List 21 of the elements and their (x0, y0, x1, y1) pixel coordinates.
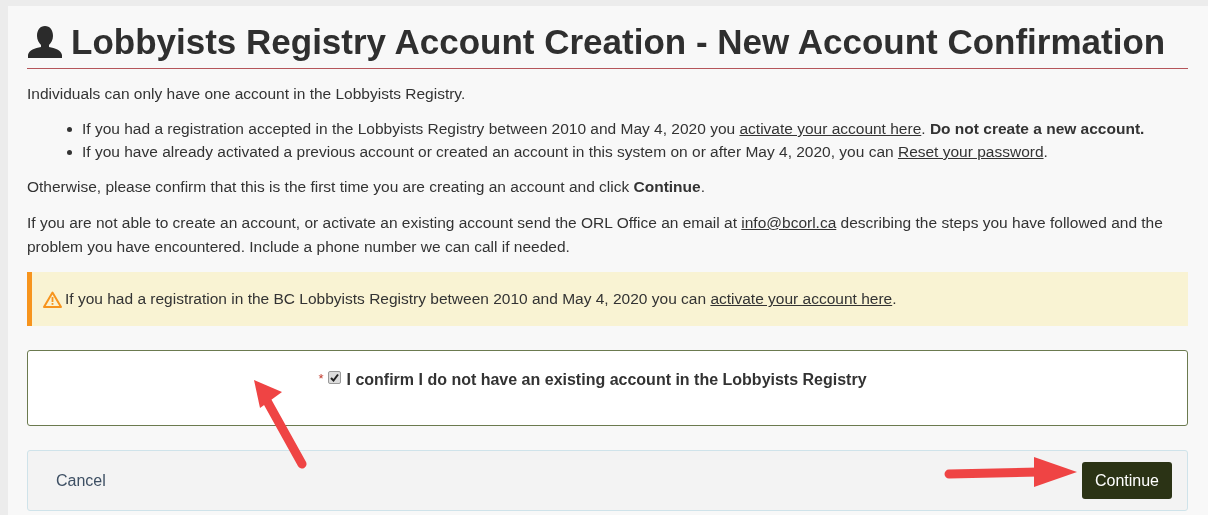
intro-text: Individuals can only have one account in the Lobbyists Registry. (27, 83, 467, 104)
link[interactable]: Reset your password (897, 143, 1044, 160)
link[interactable]: activate your account here (710, 290, 893, 308)
required-mark: * (318, 370, 324, 388)
bullet-icon (67, 150, 72, 155)
cancel-link[interactable]: Cancel (56, 468, 106, 493)
bullet-icon (67, 127, 72, 132)
user-icon (27, 24, 63, 59)
bullet-text: If you had a registration accepted in the Lobbyists Registry between 2010 and May 4, 2020 you activate your account here. Do not create a new account. (82, 119, 1145, 139)
body-text: Otherwise, please confirm that this is the first time you are creating an account and click Continue. (27, 177, 706, 197)
body-text: If you are not able to create an account, or activate an existing account send the ORL Office an email at info@bcorl.ca describing the steps you have followed and the problem you have encountered. Include a phone number we can call if needed. (27, 213, 1164, 257)
confirm-label: I confirm I do not have an existing account in the Lobbyists Registry (346, 370, 867, 390)
warning-icon (43, 290, 62, 308)
bullet-text: If you have already activated a previous account or created an account in this system on or after May 4, 2020, you can Reset your password. (82, 142, 1048, 162)
continue-button[interactable]: Continue (1081, 462, 1172, 499)
link[interactable]: info@bcorl.ca (741, 214, 837, 231)
check-icon (330, 373, 340, 382)
alert-text: If you had a registration in the BC Lobbyists Registry between 2010 and May 4, 2020 you can activate your account here. (65, 289, 897, 310)
confirm-checkbox[interactable] (328, 371, 342, 384)
link[interactable]: activate your account here (739, 120, 922, 137)
page-title: Lobbyists Registry Account Creation - New Account Confirmation (71, 21, 1166, 63)
